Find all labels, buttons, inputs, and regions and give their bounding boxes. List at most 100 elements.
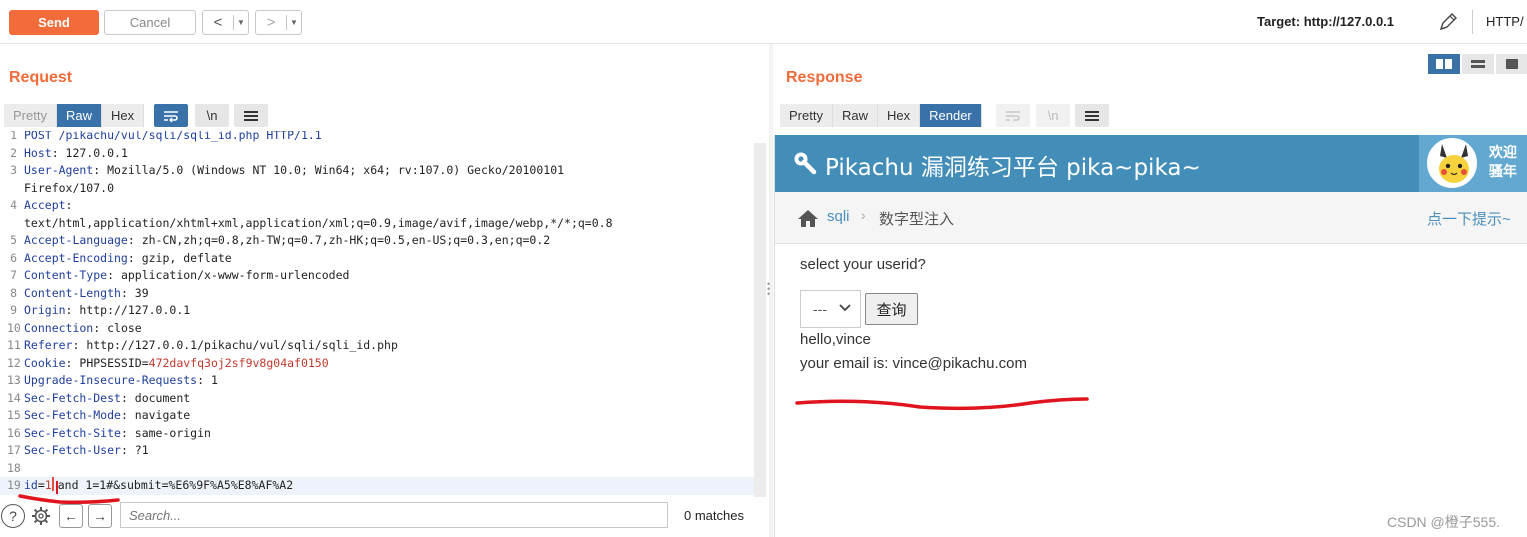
history-back-button[interactable]: < ▼: [202, 10, 249, 35]
tab-raw[interactable]: Raw: [56, 104, 102, 127]
request-line[interactable]: 18: [0, 460, 754, 478]
header-name: Sec-Fetch-Site: [24, 425, 121, 440]
forward-arrow-icon: >: [266, 14, 276, 31]
request-menu-button[interactable]: [234, 104, 268, 127]
send-button[interactable]: Send: [9, 10, 99, 35]
header-name: Accept-Encoding: [24, 250, 128, 265]
request-line[interactable]: 8 Content-Length: 39: [0, 285, 754, 303]
split-columns-layout-button[interactable]: [1428, 54, 1460, 74]
line-text: Cookie: PHPSESSID=472davfq3oj2sf9v8g04af…: [24, 355, 329, 373]
rows-icon: [1471, 60, 1485, 68]
request-line[interactable]: 1 POST /pikachu/vul/sqli/sqli_id.php HTTP…: [0, 131, 754, 145]
userid-select[interactable]: ---: [800, 290, 861, 328]
wrench-icon: [794, 152, 817, 175]
welcome-text: 欢迎 骚年: [1489, 143, 1517, 181]
request-line[interactable]: 3 User-Agent: Mozilla/5.0 (Windows NT 10.…: [0, 162, 754, 180]
split-rows-layout-button[interactable]: [1462, 54, 1494, 74]
request-line[interactable]: 5 Accept-Language: zh-CN,zh;q=0.8,zh-TW;q…: [0, 232, 754, 250]
email-text: your email is: vince@pikachu.com: [800, 355, 1027, 372]
request-editor[interactable]: 1 POST /pikachu/vul/sqli/sqli_id.php HTTP…: [0, 131, 768, 497]
request-line[interactable]: 12 Cookie: PHPSESSID=472davfq3oj2sf9v8g04…: [0, 355, 754, 373]
response-menu-button[interactable]: [1075, 104, 1109, 127]
line-text: Sec-Fetch-Site: same-origin: [24, 425, 211, 443]
arrow-left-icon: ←: [64, 508, 78, 524]
search-settings-button[interactable]: [29, 504, 53, 528]
line-number: 7: [10, 268, 17, 282]
header-value: : zh-CN,zh;q=0.8,zh-TW;q=0.7,zh-HK;q=0.5…: [127, 233, 551, 247]
search-previous-button[interactable]: ←: [59, 504, 83, 528]
header-value: : http://127.0.0.1: [65, 303, 191, 317]
line-text: Referer: http://127.0.0.1/pikachu/vul/sq…: [24, 337, 398, 355]
select-userid-label: select your userid?: [800, 256, 926, 273]
help-icon[interactable]: ?: [1, 504, 25, 528]
request-line[interactable]: Firefox/107.0: [0, 180, 754, 198]
history-forward-button[interactable]: > ▼: [255, 10, 302, 35]
dropdown-arrow-icon[interactable]: ▼: [287, 18, 301, 27]
request-line[interactable]: 11 Referer: http://127.0.0.1/pikachu/vul/…: [0, 337, 754, 355]
http-version-label[interactable]: HTTP/: [1486, 14, 1524, 29]
rendered-response: Pikachu 漏洞练习平台 pika~pika~ 欢迎 骚年 sqli › 数…: [774, 135, 1527, 537]
tab-hex[interactable]: Hex: [877, 104, 921, 127]
edit-target-icon[interactable]: [1437, 11, 1459, 33]
line-text: Content-Length: 39: [24, 285, 149, 303]
tab-pretty[interactable]: Pretty: [780, 104, 833, 127]
layout-toggle-group: [1428, 54, 1527, 74]
header-value: : gzip, deflate: [127, 250, 232, 265]
header-value: : document: [120, 390, 191, 405]
splitter-grip-icon[interactable]: • • •: [767, 280, 770, 299]
cancel-button[interactable]: Cancel: [104, 10, 196, 35]
request-line[interactable]: text/html,application/xhtml+xml,applicat…: [0, 215, 754, 233]
header-value: :: [65, 198, 73, 212]
request-line[interactable]: 15 Sec-Fetch-Mode: navigate: [0, 407, 754, 425]
header-name: Content-Length: [24, 285, 121, 300]
header-name: Accept: [24, 198, 66, 212]
tab-pretty[interactable]: Pretty: [4, 104, 57, 127]
line-text: Connection: close: [24, 320, 142, 338]
request-line[interactable]: 17 Sec-Fetch-User: ?1: [0, 442, 754, 460]
pikachu-avatar-icon: [1429, 140, 1475, 186]
header-name: Upgrade-Insecure-Requests: [24, 373, 198, 387]
request-line[interactable]: 9 Origin: http://127.0.0.1: [0, 302, 754, 320]
header-value: : 39: [120, 285, 149, 300]
request-line[interactable]: 4 Accept:: [0, 197, 754, 215]
search-next-button[interactable]: →: [88, 504, 112, 528]
breadcrumb: sqli › 数字型注入 点一下提示~: [775, 192, 1527, 244]
columns-icon: [1436, 59, 1452, 69]
show-newlines-button[interactable]: \n: [195, 104, 229, 127]
header-value: : close: [93, 320, 142, 335]
line-text: Origin: http://127.0.0.1: [24, 302, 190, 320]
request-line[interactable]: 16 Sec-Fetch-Site: same-origin: [0, 425, 754, 443]
tab-render[interactable]: Render: [920, 104, 982, 127]
line-number: 10: [7, 320, 21, 335]
line-text: Firefox/107.0: [24, 180, 114, 198]
hint-link[interactable]: 点一下提示~: [1427, 208, 1511, 229]
request-line[interactable]: 10 Connection: close: [0, 320, 754, 338]
breadcrumb-link-sqli[interactable]: sqli: [827, 208, 850, 225]
line-number: 5: [10, 233, 17, 247]
tab-raw[interactable]: Raw: [832, 104, 878, 127]
search-input[interactable]: [120, 502, 668, 528]
breadcrumb-separator: ›: [861, 207, 866, 223]
line-text: Content-Type: application/x-www-form-url…: [24, 267, 349, 285]
editor-scrollbar[interactable]: [754, 143, 766, 497]
header-name: Referer: [24, 338, 73, 352]
line-number: 18: [7, 460, 21, 475]
tab-hex[interactable]: Hex: [101, 104, 145, 127]
user-menu[interactable]: 欢迎 骚年: [1419, 135, 1527, 192]
request-line[interactable]: 7 Content-Type: application/x-www-form-ur…: [0, 267, 754, 285]
target-label: Target: http://127.0.0.1: [1257, 14, 1395, 29]
request-line[interactable]: 13 Upgrade-Insecure-Requests: 1: [0, 372, 754, 390]
dropdown-arrow-icon[interactable]: ▼: [234, 18, 248, 27]
avatar[interactable]: [1427, 138, 1477, 188]
home-icon[interactable]: [797, 208, 819, 228]
tabs-layout-button[interactable]: [1496, 54, 1527, 74]
header-name: POST /pikachu/vul/sqli/sqli_id.php HTTP/…: [24, 131, 322, 142]
header-name: Sec-Fetch-User: [24, 443, 121, 457]
request-line[interactable]: 6 Accept-Encoding: gzip, deflate: [0, 250, 754, 268]
request-body-line[interactable]: 19 id=1 and 1=1#&submit=%E6%9F%A5%E8%AF%A2: [0, 477, 754, 495]
request-line[interactable]: 14 Sec-Fetch-Dest: document: [0, 390, 754, 408]
query-button[interactable]: 查询: [865, 293, 918, 325]
request-line[interactable]: 2 Host: 127.0.0.1: [0, 145, 754, 163]
word-wrap-button[interactable]: [154, 104, 188, 127]
line-number: 15: [7, 408, 21, 422]
